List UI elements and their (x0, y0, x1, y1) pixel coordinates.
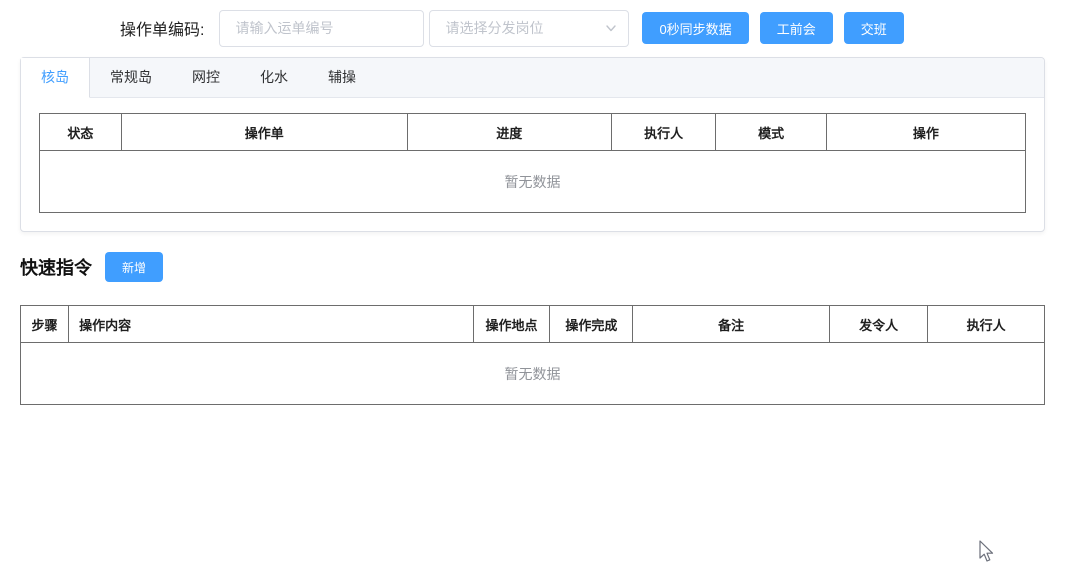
tab-bar: 核岛 常规岛 网控 化水 辅操 (21, 58, 1044, 98)
col-operation-complete: 操作完成 (550, 306, 633, 343)
orders-tab-content: 状态 操作单 进度 执行人 模式 操作 暂无数据 (21, 98, 1044, 213)
add-command-button[interactable]: 新增 (105, 252, 163, 282)
tab-grid-control[interactable]: 网控 (172, 58, 240, 97)
sync-data-button[interactable]: 0秒同步数据 (642, 12, 748, 44)
col-mode: 模式 (716, 114, 826, 151)
orders-panel: 核岛 常规岛 网控 化水 辅操 状态 操作单 进度 执行人 模式 操作 (20, 57, 1045, 232)
commands-empty-state: 暂无数据 (21, 343, 1045, 405)
quick-commands-title: 快速指令 (20, 254, 92, 280)
col-commander: 发令人 (829, 306, 927, 343)
tab-water-chemistry[interactable]: 化水 (240, 58, 308, 97)
orders-table: 状态 操作单 进度 执行人 模式 操作 暂无数据 (39, 113, 1026, 213)
quick-commands-header: 快速指令 新增 (20, 252, 163, 282)
orders-empty-state: 暂无数据 (40, 151, 1026, 213)
dispatch-position-select[interactable]: 请选择分发岗位 (429, 10, 629, 47)
col-status: 状态 (40, 114, 122, 151)
col-executor: 执行人 (611, 114, 716, 151)
commands-table-header-row: 步骤 操作内容 操作地点 操作完成 备注 发令人 执行人 (21, 306, 1045, 343)
shift-handover-button[interactable]: 交班 (844, 12, 904, 44)
commands-table-wrap: 步骤 操作内容 操作地点 操作完成 备注 发令人 执行人 暂无数据 (20, 305, 1045, 405)
col-remarks: 备注 (633, 306, 830, 343)
col-step: 步骤 (21, 306, 69, 343)
tab-nuclear-island[interactable]: 核岛 (21, 58, 90, 98)
order-code-label: 操作单编码: (120, 16, 204, 40)
commands-table: 步骤 操作内容 操作地点 操作完成 备注 发令人 执行人 暂无数据 (20, 305, 1045, 405)
col-operation-order: 操作单 (121, 114, 407, 151)
commands-empty-row: 暂无数据 (21, 343, 1045, 405)
col-executor2: 执行人 (928, 306, 1045, 343)
toolbar: 操作单编码: 请选择分发岗位 0秒同步数据 工前会 交班 (0, 0, 1079, 56)
pre-work-meeting-button[interactable]: 工前会 (760, 12, 833, 44)
chevron-down-icon (604, 21, 618, 35)
mouse-cursor-icon (976, 539, 998, 563)
col-operation-content: 操作内容 (69, 306, 473, 343)
tab-auxiliary-ops[interactable]: 辅操 (308, 58, 376, 97)
order-code-input[interactable] (219, 10, 424, 47)
col-progress: 进度 (407, 114, 611, 151)
orders-table-header-row: 状态 操作单 进度 执行人 模式 操作 (40, 114, 1026, 151)
col-operation-location: 操作地点 (473, 306, 550, 343)
select-placeholder: 请选择分发岗位 (445, 18, 543, 38)
tab-conventional-island[interactable]: 常规岛 (90, 58, 172, 97)
col-actions: 操作 (826, 114, 1025, 151)
orders-empty-row: 暂无数据 (40, 151, 1026, 213)
